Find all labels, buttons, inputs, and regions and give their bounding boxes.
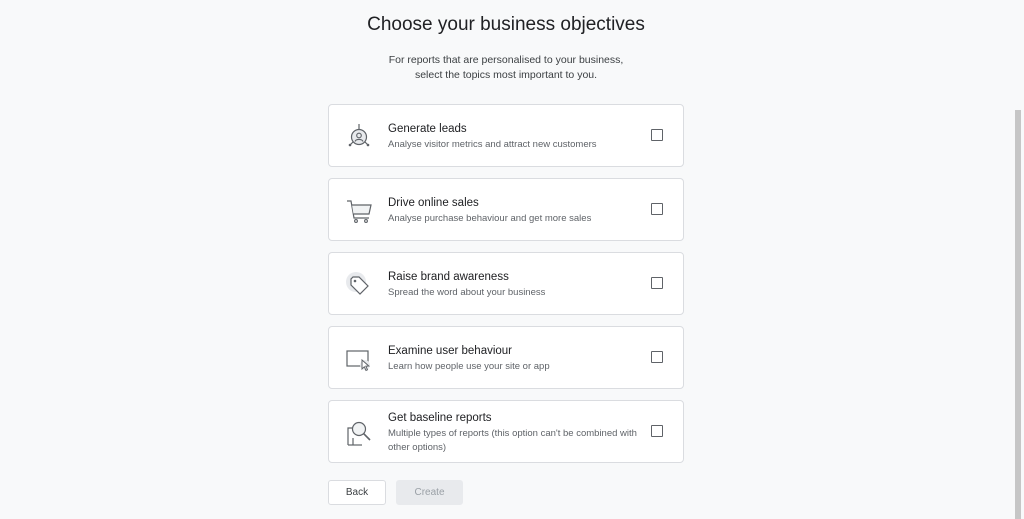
objective-card-get-baseline-reports[interactable]: Get baseline reports Multiple types of r…: [328, 400, 684, 463]
objective-card-generate-leads[interactable]: Generate leads Analyse visitor metrics a…: [328, 104, 684, 167]
objective-description: Analyse visitor metrics and attract new …: [388, 139, 597, 150]
objectives-page: Choose your business objectives For repo…: [0, 0, 1024, 519]
objective-title: Generate leads: [388, 123, 467, 135]
objective-description: Learn how people use your site or app: [388, 361, 550, 372]
drive-online-sales-checkbox[interactable]: [651, 203, 663, 215]
objectives-list: Generate leads Analyse visitor metrics a…: [328, 104, 684, 474]
objective-title: Examine user behaviour: [388, 345, 513, 357]
subtitle-line-2: select the topics most important to you.: [414, 69, 598, 81]
objective-text: Drive online sales Analyse purchase beha…: [388, 195, 646, 226]
page-title: Choose your business objectives: [367, 14, 645, 35]
objective-card-raise-brand-awareness[interactable]: Raise brand awareness Spread the word ab…: [328, 252, 684, 315]
get-baseline-reports-checkbox[interactable]: [651, 425, 663, 437]
generate-leads-checkbox[interactable]: [651, 129, 663, 141]
subtitle-line-1: For reports that are personalised to you…: [388, 54, 624, 66]
objective-title: Drive online sales: [388, 197, 479, 209]
objective-text: Get baseline reports Multiple types of r…: [388, 410, 646, 455]
objective-card-drive-online-sales[interactable]: Drive online sales Analyse purchase beha…: [328, 178, 684, 241]
objective-description: Analyse purchase behaviour and get more …: [388, 213, 592, 224]
objective-text: Generate leads Analyse visitor metrics a…: [388, 121, 646, 152]
magnifier-report-icon: [344, 418, 374, 448]
objective-title: Get baseline reports: [388, 412, 492, 424]
raise-brand-awareness-checkbox[interactable]: [651, 277, 663, 289]
back-button[interactable]: Back: [328, 480, 386, 505]
scrollbar[interactable]: [1012, 0, 1024, 519]
target-person-icon: [344, 122, 374, 152]
objective-text: Raise brand awareness Spread the word ab…: [388, 269, 646, 300]
objective-text: Examine user behaviour Learn how people …: [388, 343, 646, 374]
create-button[interactable]: Create: [396, 480, 463, 505]
page-subtitle: For reports that are personalised to you…: [0, 53, 1012, 83]
screen-cursor-icon: [344, 344, 374, 374]
examine-user-behaviour-checkbox[interactable]: [651, 351, 663, 363]
shopping-cart-icon: [344, 196, 374, 226]
scrollbar-thumb[interactable]: [1015, 110, 1021, 519]
objective-description: Spread the word about your business: [388, 287, 546, 298]
objective-card-examine-user-behaviour[interactable]: Examine user behaviour Learn how people …: [328, 326, 684, 389]
objective-title: Raise brand awareness: [388, 271, 509, 283]
price-tag-icon: [344, 270, 374, 300]
objective-description: Multiple types of reports (this option c…: [388, 428, 637, 453]
